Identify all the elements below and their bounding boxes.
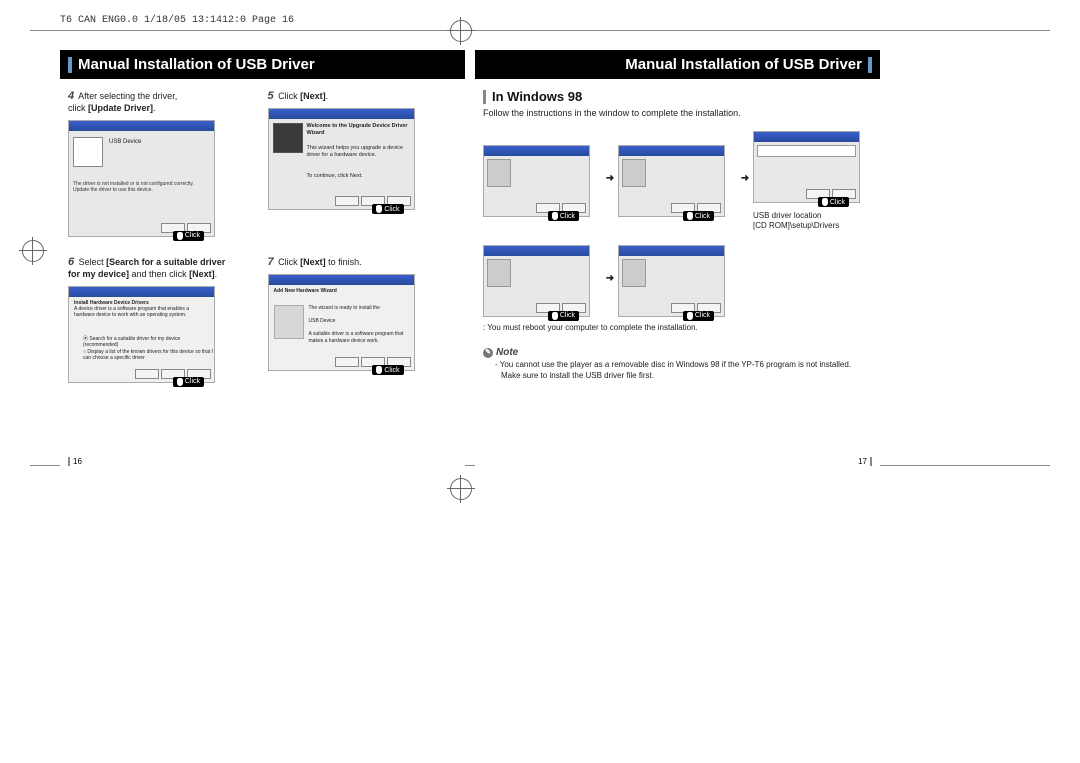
arrow-icon: ➜ xyxy=(604,273,616,284)
note-label: Note xyxy=(496,347,518,358)
mouse-icon xyxy=(177,232,183,240)
flow-screenshot-2: Click xyxy=(618,145,725,217)
registration-mark-bottom xyxy=(450,478,472,500)
registration-mark-side xyxy=(22,240,44,262)
left-page-number: 16 xyxy=(68,457,82,466)
title-accent-bar xyxy=(68,57,72,73)
loc-label: USB driver location xyxy=(753,211,821,220)
step-5-text: Click [Next]. xyxy=(278,91,328,101)
click-label: Click xyxy=(372,365,403,375)
print-header: T6 CAN ENG0.0 1/18/05 13:1412:0 Page 16 xyxy=(60,15,294,26)
title-accent-bar xyxy=(868,57,872,73)
note-box: ✎ Note - You cannot use the player as a … xyxy=(483,346,872,381)
subheading-text: In Windows 98 xyxy=(492,89,582,104)
left-content: 4 After selecting the driver, click [Upd… xyxy=(60,79,465,397)
step-4-text-a: After selecting the driver, xyxy=(78,91,177,101)
step-7-text: Click [Next] to finish. xyxy=(278,257,362,267)
flow-screenshot-3: Click xyxy=(753,131,860,203)
right-content: In Windows 98 Follow the instructions in… xyxy=(475,79,880,391)
subheading-bar xyxy=(483,90,486,104)
note-line-2: Make sure to install the USB driver file… xyxy=(495,371,654,380)
right-page: Manual Installation of USB Driver In Win… xyxy=(475,50,880,470)
note-icon: ✎ xyxy=(483,348,493,358)
reboot-note: : You must reboot your computer to compl… xyxy=(483,323,872,332)
step-6-screenshot: Install Hardware Device DriversA device … xyxy=(68,286,215,383)
click-label: Click xyxy=(173,231,204,241)
arrow-icon: ➜ xyxy=(604,173,616,184)
page-spread: Manual Installation of USB Driver 4 Afte… xyxy=(60,50,880,470)
step-7-num: 7 xyxy=(268,256,274,268)
step-4-num: 4 xyxy=(68,90,74,102)
arrow-icon: ➜ xyxy=(739,173,751,184)
right-page-number: 17 xyxy=(858,457,872,466)
mouse-icon xyxy=(376,366,382,374)
step-5: 5 Click [Next]. Welcome to the Upgrade D… xyxy=(268,89,458,237)
subheading: In Windows 98 xyxy=(483,89,872,104)
left-page: Manual Installation of USB Driver 4 Afte… xyxy=(60,50,465,470)
flow-screenshot-1: Click xyxy=(483,145,590,217)
step-6-text: Select [Search for a suitable driverfor … xyxy=(68,257,225,279)
right-title-bar: Manual Installation of USB Driver xyxy=(475,50,880,79)
note-line-1: - You cannot use the player as a removab… xyxy=(495,360,851,369)
left-title: Manual Installation of USB Driver xyxy=(78,56,315,73)
flow-grid: Click ➜ Click ➜ Click USB driver locatio… xyxy=(483,126,872,317)
mouse-icon xyxy=(376,205,382,213)
right-title: Manual Installation of USB Driver xyxy=(625,56,862,73)
flow-screenshot-4: Click xyxy=(483,245,590,317)
step-4: 4 After selecting the driver, click [Upd… xyxy=(68,89,258,237)
step-6: 6 Select [Search for a suitable driverfo… xyxy=(68,255,258,383)
crop-line-top xyxy=(30,30,1050,31)
loc-path: [CD ROM]\setup\Drivers xyxy=(753,221,839,230)
click-label: Click xyxy=(372,204,403,214)
subheading-desc: Follow the instructions in the window to… xyxy=(483,108,872,118)
step-6-num: 6 xyxy=(68,256,74,268)
step-5-num: 5 xyxy=(268,90,274,102)
flow-screenshot-5: Click xyxy=(618,245,725,317)
step-5-screenshot: Welcome to the Upgrade Device Driver Wiz… xyxy=(268,108,415,210)
step-7-screenshot: Add New Hardware Wizard The wizard is re… xyxy=(268,274,415,371)
click-label: Click xyxy=(173,377,204,387)
step-4-text-b: click [Update Driver]. xyxy=(68,103,156,113)
left-title-bar: Manual Installation of USB Driver xyxy=(60,50,465,79)
step-4-screenshot: USB Device The driver is not installed o… xyxy=(68,120,215,237)
step-7: 7 Click [Next] to finish. Add New Hardwa… xyxy=(268,255,458,383)
mouse-icon xyxy=(177,378,183,386)
registration-mark-top xyxy=(450,20,472,42)
